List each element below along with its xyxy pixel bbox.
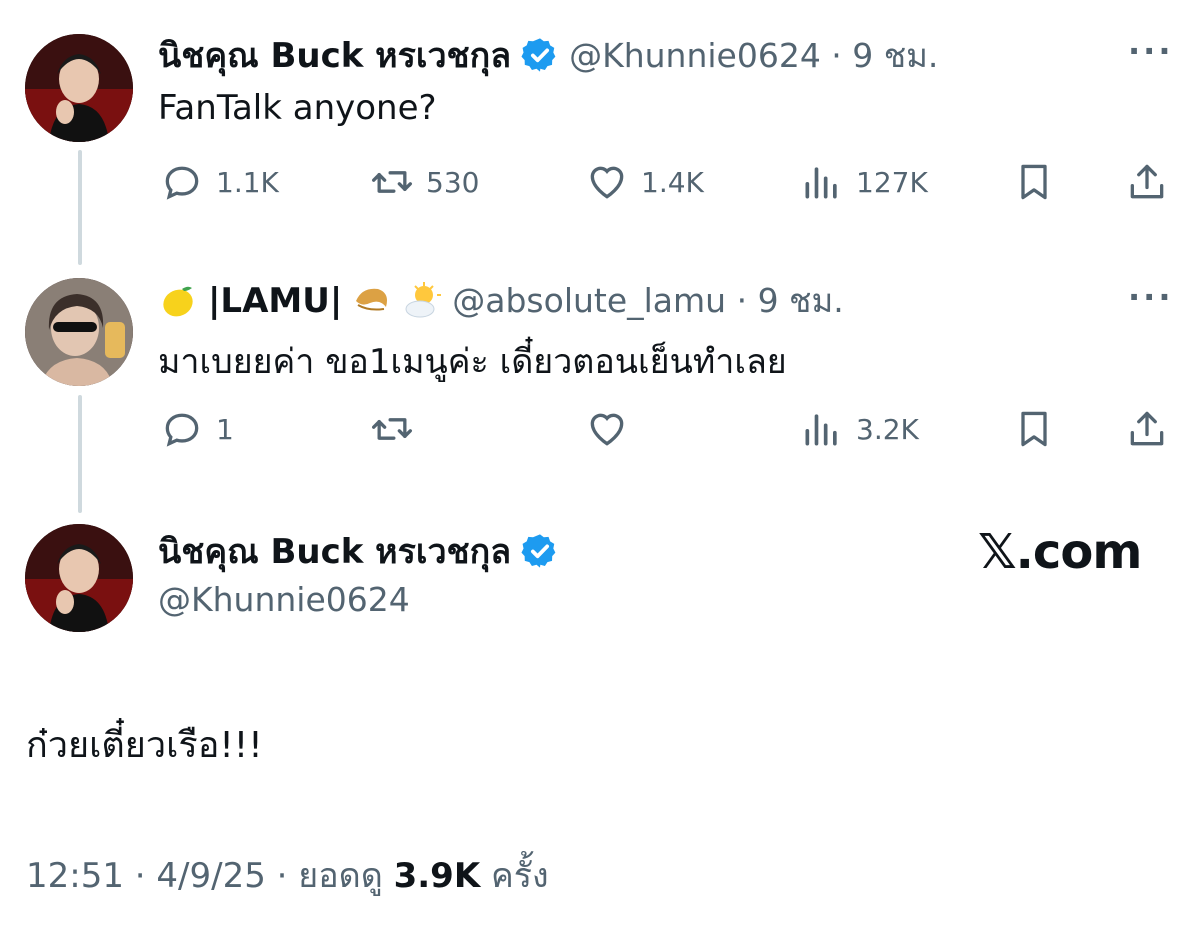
handle-time[interactable]: @Khunnie0624 · 9 ชม. <box>569 29 938 82</box>
more-icon[interactable]: ··· <box>1128 32 1173 70</box>
bookmark-button[interactable] <box>1012 160 1056 204</box>
avatar[interactable] <box>25 524 133 632</box>
reply-count: 1 <box>216 412 234 446</box>
like-count: 1.4K <box>641 165 704 199</box>
retweet-button[interactable]: 530 <box>370 160 479 204</box>
reply-icon <box>165 166 199 200</box>
like-button[interactable]: 1.4K <box>585 160 704 204</box>
x-watermark: 𝕏.com <box>978 524 1142 580</box>
retweet-button[interactable] <box>370 407 426 451</box>
like-icon <box>590 166 624 199</box>
tweet-header: |LAMU| @absolute_lamu · 9 ชม. <box>158 274 844 327</box>
tweet-header: นิชคุณ Buck หรเวชกุล <box>158 524 559 578</box>
reply-count: 1.1K <box>216 165 279 199</box>
share-icon <box>1130 411 1164 446</box>
reply-icon <box>165 413 199 447</box>
like-button[interactable] <box>585 407 641 451</box>
retweet-count: 530 <box>426 165 480 199</box>
share-button[interactable] <box>1125 407 1169 451</box>
fortune-cookie-emoji <box>356 288 388 310</box>
tweet-text: FanTalk anyone? <box>158 88 437 128</box>
time-date[interactable]: 12:51 · 4/9/25 · ยอดดู <box>26 856 383 896</box>
share-button[interactable] <box>1125 160 1169 204</box>
tweet-text: มาเบยยค่า ขอ1เมนูค่ะ เดี๋ยวตอนเย็นทำเลย <box>158 342 787 382</box>
handle-time[interactable]: @absolute_lamu · 9 ชม. <box>452 274 843 327</box>
display-name[interactable]: นิชคุณ Buck หรเวชกุล <box>158 28 511 82</box>
views-suffix: ครั้ง <box>490 856 549 896</box>
views-icon <box>805 167 837 199</box>
view-total: 3.9K <box>393 856 481 896</box>
share-icon <box>1130 164 1164 199</box>
lemon-emoji <box>163 286 193 316</box>
retweet-icon <box>372 171 412 193</box>
bookmark-icon <box>1021 164 1047 200</box>
main-tweet-text: ก๋วยเตี๋ยวเรือ!!! <box>26 725 263 766</box>
avatar[interactable] <box>25 278 133 386</box>
like-icon <box>590 413 624 446</box>
thread-line <box>78 395 82 513</box>
thread-line <box>78 150 82 265</box>
verified-badge-icon <box>521 38 556 72</box>
reply-button[interactable]: 1 <box>160 407 234 451</box>
bookmark-button[interactable] <box>1012 407 1056 451</box>
sun-cloud-emoji <box>405 281 442 317</box>
view-count: 127K <box>856 165 928 199</box>
retweet-icon <box>372 418 412 440</box>
verified-badge-icon <box>521 534 556 568</box>
views-button[interactable]: 3.2K <box>800 407 919 451</box>
avatar[interactable] <box>25 34 133 142</box>
bookmark-icon <box>1021 411 1047 447</box>
tweet-header: นิชคุณ Buck หรเวชกุล @Khunnie0624 · 9 ชม… <box>158 28 938 82</box>
more-icon[interactable]: ··· <box>1128 278 1173 316</box>
views-icon <box>805 414 837 446</box>
display-name[interactable]: นิชคุณ Buck หรเวชกุล <box>158 524 511 578</box>
tweet-footer: 12:51 · 4/9/25 · ยอดดู 3.9K ครั้ง <box>26 848 549 902</box>
views-button[interactable]: 127K <box>800 160 928 204</box>
view-count: 3.2K <box>856 412 919 446</box>
reply-button[interactable]: 1.1K <box>160 160 279 204</box>
handle[interactable]: @Khunnie0624 <box>158 580 410 619</box>
display-name[interactable]: |LAMU| <box>208 281 342 321</box>
